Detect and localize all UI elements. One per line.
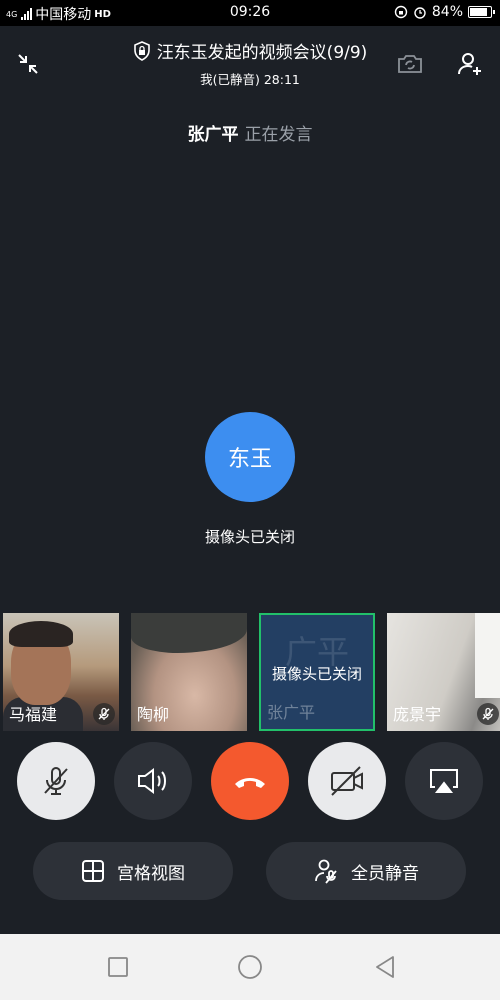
video-feed [475, 613, 500, 698]
meeting-header: 汪东玉发起的视频会议(9/9) 我(已静音) 28:11 [100, 38, 400, 88]
mute-all-button[interactable]: 全员静音 [266, 842, 466, 900]
speaker-status: 正在发言 [244, 125, 313, 145]
mute-all-label: 全员静音 [351, 863, 419, 884]
speaker-icon [138, 768, 166, 794]
camera-off-icon [331, 766, 363, 796]
speaker-name: 张广平 [187, 125, 239, 145]
grid-view-button[interactable]: 宫格视图 [33, 842, 233, 900]
collapse-arrows-icon [18, 54, 38, 74]
participant-thumb[interactable]: 陶柳 [131, 613, 247, 731]
mute-all-icon [315, 859, 337, 884]
participant-name: 庞景宇 [393, 705, 442, 724]
mic-muted-icon [477, 703, 499, 725]
switch-camera-button[interactable] [392, 46, 428, 82]
add-participant-button[interactable] [452, 46, 488, 82]
camera-off-label: 摄像头已关闭 [271, 665, 362, 683]
mute-mic-button[interactable] [17, 742, 95, 820]
screen-share-button[interactable] [405, 742, 483, 820]
back-button[interactable] [372, 954, 398, 980]
mic-muted-icon [93, 703, 115, 725]
camera-off-label: 摄像头已关闭 [204, 528, 295, 546]
add-user-icon [458, 53, 481, 75]
battery-icon [468, 6, 495, 18]
alarm-icon [414, 7, 426, 19]
active-speaker: 张广平 正在发言 [0, 120, 500, 145]
main-avatar: 东玉 [205, 412, 295, 502]
speaker-button[interactable] [114, 742, 192, 820]
camera-toggle-button[interactable] [308, 742, 386, 820]
mic-off-icon [44, 767, 68, 795]
participant-thumb-active[interactable]: 广平 摄像头已关闭 张广平 [259, 613, 375, 731]
circle-icon [238, 955, 262, 979]
participant-name: 陶柳 [137, 705, 170, 724]
video-feed [9, 621, 73, 647]
grid-view-label: 宫格视图 [117, 863, 185, 884]
rotation-lock-icon [394, 5, 408, 19]
video-feed [131, 613, 247, 653]
status-bar: 4G 中国移动 HD 09:26 84% [0, 0, 500, 26]
participant-name: 马福建 [9, 705, 58, 724]
system-nav-bar [0, 934, 500, 1000]
screen-cast-icon [430, 769, 458, 793]
back-triangle-icon [376, 956, 394, 978]
hang-up-button[interactable] [211, 742, 289, 820]
meeting-subtitle: 我(已静音) 28:11 [200, 71, 300, 87]
switch-camera-icon [398, 55, 422, 73]
status-right: 84% [394, 4, 495, 20]
participant-strip[interactable]: 马福建 陶柳 广平 摄像头已关闭 张广平 庞景宇 [0, 613, 500, 731]
participant-thumb[interactable]: 马福建 [3, 613, 119, 731]
home-button[interactable] [237, 954, 263, 980]
meeting-title: 汪东玉发起的视频会议(9/9) [156, 43, 368, 63]
grid-icon [82, 860, 104, 882]
minimize-button[interactable] [10, 46, 46, 82]
recents-button[interactable] [105, 954, 131, 980]
encryption-shield-icon [133, 40, 150, 61]
battery-percent: 84% [431, 4, 463, 20]
participant-thumb[interactable]: 庞景宇 [387, 613, 500, 731]
square-icon [108, 957, 128, 977]
participant-name: 张广平 [267, 703, 316, 722]
hang-up-icon [235, 778, 265, 788]
meeting-title-row: 汪东玉发起的视频会议(9/9) [133, 38, 368, 63]
